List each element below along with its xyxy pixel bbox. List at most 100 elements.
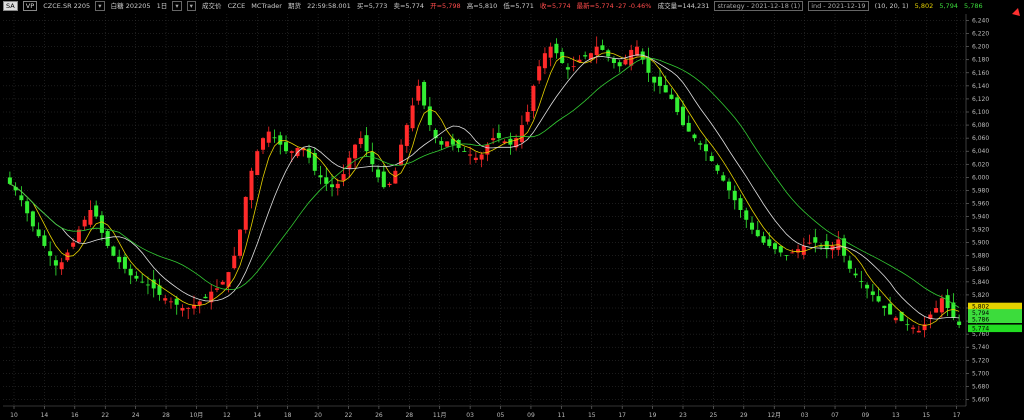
candle-body (548, 46, 553, 58)
candle-body (554, 43, 559, 54)
candle-body (312, 152, 317, 171)
candle-body (784, 255, 789, 256)
candle-body (358, 138, 363, 145)
x-tick-label: 14 (41, 412, 49, 419)
candle-body (652, 76, 657, 83)
candle-body (174, 298, 179, 305)
candle-body (726, 181, 732, 191)
candle-body (606, 50, 611, 57)
x-tick-label: 10 (10, 412, 18, 419)
candle-body (220, 281, 225, 285)
candle-body (531, 85, 536, 111)
candle-body (657, 76, 662, 86)
candle-body (168, 301, 173, 303)
y-tick-label: 6,000 (972, 174, 989, 181)
candle-body (203, 296, 208, 299)
candle-body (260, 138, 266, 150)
candle-body (934, 308, 939, 313)
candle-body (767, 239, 772, 246)
candle-body (790, 252, 795, 254)
candle-body (905, 324, 910, 326)
candle-body (675, 97, 680, 112)
x-tick-label: 22 (345, 412, 353, 419)
candle-body (404, 125, 409, 146)
candle-body (318, 175, 323, 178)
y-tick-label: 5,860 (972, 266, 989, 273)
x-tick-label: 09 (527, 412, 535, 419)
candle-body (393, 170, 398, 184)
candle-body (416, 85, 421, 101)
candle-body (353, 144, 358, 159)
y-tick-label: 5,680 (972, 383, 989, 390)
candle-body (916, 330, 921, 333)
candle-body (30, 211, 35, 227)
candle-body (272, 137, 277, 139)
y-tick-label: 6,160 (972, 70, 989, 77)
x-tick-label: 26 (375, 412, 383, 419)
candle-body (462, 151, 467, 152)
x-tick-label: 23 (679, 412, 687, 419)
moving-average-line (9, 57, 960, 308)
candle-body (479, 154, 484, 160)
x-tick-label: 14 (253, 412, 261, 419)
candle-body (611, 58, 616, 63)
x-tick-label: 15 (588, 412, 596, 419)
x-tick-label: 15 (922, 412, 930, 419)
candle-body (773, 243, 778, 250)
x-tick-label: 28 (405, 412, 413, 419)
candle-body (122, 256, 127, 269)
x-tick-label: 19 (649, 412, 657, 419)
candle-body (347, 157, 352, 169)
candle-body (19, 195, 24, 201)
candle-body (42, 235, 47, 246)
candle-body (686, 122, 691, 132)
candle-body (565, 67, 570, 70)
candle-body (882, 305, 887, 308)
candle-body (381, 171, 386, 188)
candle-body (755, 230, 760, 237)
y-tick-label: 6,100 (972, 109, 989, 116)
candle-body (111, 246, 116, 256)
candle-body (594, 46, 599, 56)
candles-layer (7, 36, 962, 338)
candle-body (134, 275, 139, 279)
x-tick-label: 11月 (433, 412, 447, 419)
x-tick-label: 22 (101, 412, 109, 419)
candle-body (364, 135, 369, 152)
time-axis[interactable]: 10 14 16 22 24 28 10月 12 14 18 20 22 26 28 11月 03 05 09 11… (10, 406, 961, 419)
candle-body (439, 141, 444, 145)
candle-body (893, 317, 898, 321)
y-tick-label: 6,020 (972, 161, 989, 168)
candle-body (617, 62, 622, 67)
y-tick-label: 5,880 (972, 253, 989, 260)
candlestick-chart[interactable]: 6,240 6,220 6,200 6,180 6,160 6,140 6,120 6,100… (0, 0, 1024, 420)
candle-body (732, 190, 737, 201)
candle-body (807, 242, 812, 244)
candle-body (387, 183, 392, 186)
y-tick-label: 5,920 (972, 227, 989, 234)
candle-body (629, 49, 634, 66)
candle-body (249, 170, 254, 201)
candle-body (180, 308, 185, 311)
y-tick-label: 6,080 (972, 122, 989, 129)
candle-body (88, 210, 93, 225)
x-tick-label: 12月 (767, 412, 781, 419)
candle-body (888, 303, 893, 315)
candle-body (571, 66, 576, 68)
candle-body (36, 229, 41, 237)
y-tick-label: 5,900 (972, 240, 989, 247)
candle-body (646, 57, 651, 73)
price-axis[interactable]: 6,240 6,220 6,200 6,180 6,160 6,140 6,120 6,100… (966, 18, 989, 404)
x-tick-label: 12 (223, 412, 231, 419)
candle-body (278, 135, 283, 145)
x-tick-label: 17 (953, 412, 961, 419)
candle-body (519, 125, 524, 143)
candle-body (370, 151, 375, 165)
candle-body (468, 154, 473, 156)
x-tick-label: 09 (862, 412, 870, 419)
candle-body (491, 138, 496, 141)
candle-body (698, 143, 703, 145)
y-tick-label: 5,700 (972, 370, 989, 377)
candle-body (341, 174, 346, 181)
candle-body (669, 94, 674, 99)
